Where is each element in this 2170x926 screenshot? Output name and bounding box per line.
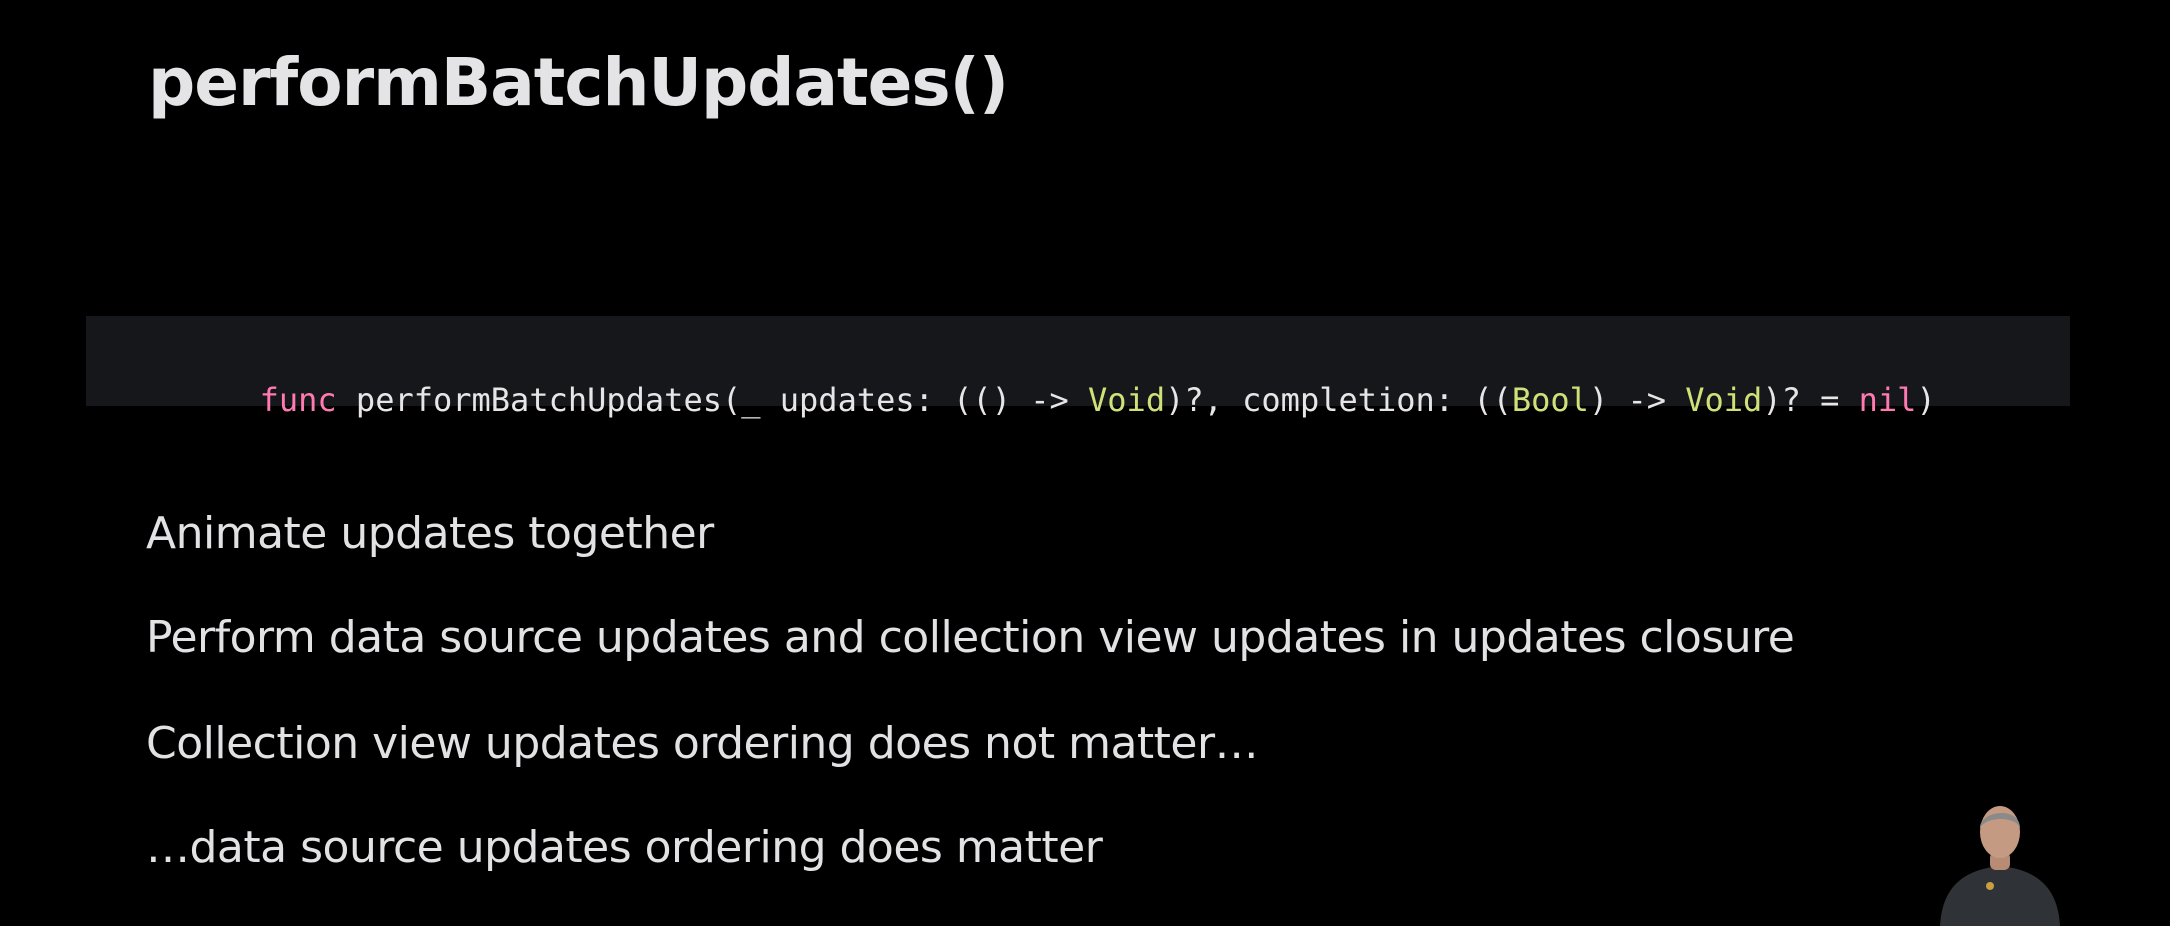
code-token-signature: performBatchUpdates(_ updates: (() -> bbox=[336, 381, 1089, 419]
code-token-close-paren: ) bbox=[1916, 381, 1936, 419]
code-token-default: )? = bbox=[1762, 381, 1859, 419]
bullet-item: Collection view updates ordering does no… bbox=[146, 718, 1259, 769]
code-token-completion: )?, completion: (( bbox=[1165, 381, 1512, 419]
code-token-type-void: Void bbox=[1088, 381, 1166, 419]
bullet-item: Perform data source updates and collecti… bbox=[146, 612, 1795, 663]
code-token-type-void-2: Void bbox=[1685, 381, 1763, 419]
bullet-item: …data source updates ordering does matte… bbox=[146, 822, 1103, 873]
code-token-arrow: ) -> bbox=[1588, 381, 1686, 419]
presenter-figure bbox=[1940, 806, 2060, 926]
code-block: func performBatchUpdates(_ updates: (() … bbox=[86, 316, 2070, 419]
slide: performBatchUpdates() func performBatchU… bbox=[0, 0, 2170, 926]
slide-title: performBatchUpdates() bbox=[148, 44, 1009, 121]
code-line: func performBatchUpdates(_ updates: (() … bbox=[144, 340, 1936, 460]
code-token-keyword-nil: nil bbox=[1858, 381, 1917, 419]
code-token-keyword-func: func bbox=[259, 381, 337, 419]
code-token-type-bool: Bool bbox=[1511, 381, 1589, 419]
bullet-item: Animate updates together bbox=[146, 508, 714, 559]
